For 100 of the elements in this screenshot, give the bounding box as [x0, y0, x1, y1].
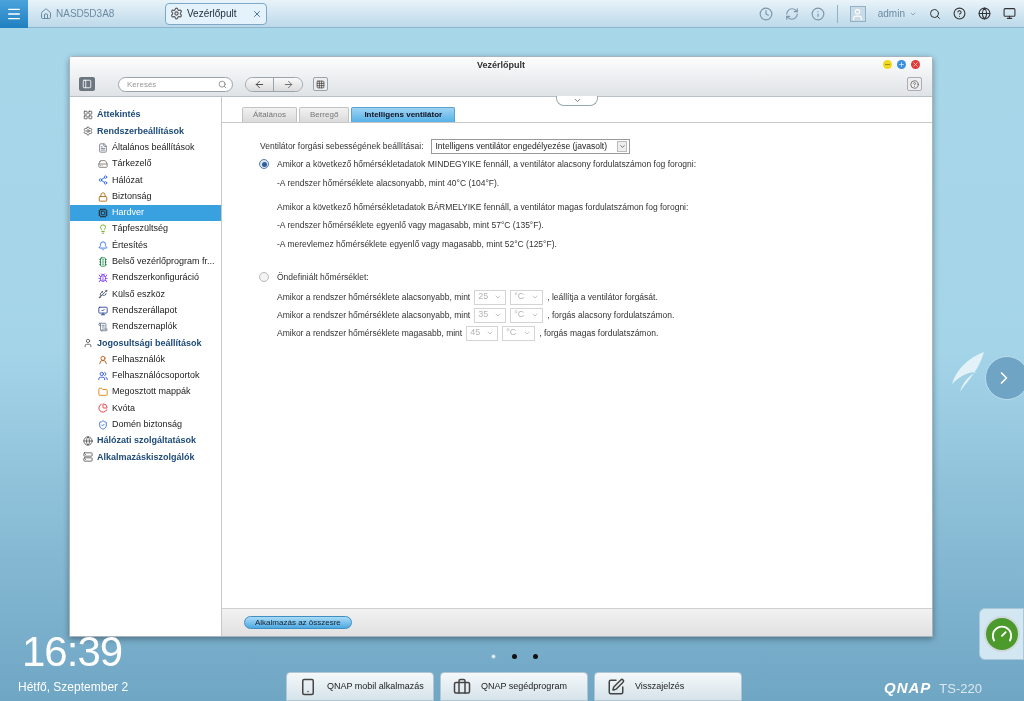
- help-icon[interactable]: [953, 7, 966, 20]
- condition-text: Amikor a rendszer hőmérséklete alacsonyabb, mint: [277, 308, 471, 322]
- sidebar-item[interactable]: Értesítés: [70, 237, 221, 254]
- condition-text: -A merevlemez hőmérséklete egyenlő vagy magasabb, mint 52°C (125°F).: [277, 238, 558, 251]
- caret-icon: [531, 311, 540, 319]
- sidebar-group[interactable]: Alkalmazáskiszolgálók: [70, 449, 221, 466]
- menu-button[interactable]: [0, 0, 28, 28]
- sync-icon[interactable]: [784, 6, 799, 21]
- dock-item[interactable]: Visszajelzés: [594, 672, 742, 701]
- option-label: Amikor a következő hőmérsékletadatok MINDEGYIKE fennáll, a ventilátor alacsony fordulatszámon fog forogni:: [277, 158, 697, 171]
- sidebar-group[interactable]: Áttekintés: [70, 107, 221, 124]
- apply-button[interactable]: Alkalmazás az összesre: [244, 616, 352, 629]
- collapse-button[interactable]: [556, 96, 598, 106]
- people-icon: [98, 370, 108, 381]
- sidebar-item[interactable]: Rendszerállapot: [70, 302, 221, 319]
- clock-date: Hétfő, Szeptember 2: [18, 679, 129, 696]
- tab[interactable]: Általános: [242, 107, 297, 122]
- sidebar-group[interactable]: Rendszerbeállítások: [70, 123, 221, 140]
- padlock-icon: [98, 191, 108, 202]
- close-icon[interactable]: [911, 60, 920, 69]
- sidebar-item[interactable]: Biztonság: [70, 188, 221, 205]
- dashboard-widget[interactable]: [979, 608, 1024, 660]
- toolbox-icon: [453, 677, 471, 696]
- avatar-icon: [849, 5, 866, 22]
- left-arrow-icon: [254, 78, 265, 90]
- mode-dropdown[interactable]: Intelligens ventilátor engedélyezése (javasolt): [430, 139, 630, 154]
- gauge-icon: [983, 616, 1020, 652]
- home-icon: [40, 7, 52, 20]
- server-icon: [83, 452, 93, 463]
- tab-label: Vezérlőpult: [187, 7, 237, 21]
- tab[interactable]: Berregő: [298, 107, 350, 122]
- sidebar-group[interactable]: Jogosultsági beállítások: [70, 335, 221, 352]
- sidebar-item[interactable]: Megosztott mappák: [70, 384, 221, 401]
- sidebar-item[interactable]: Rendszerkonfiguráció: [70, 269, 221, 287]
- search-icon: [218, 79, 227, 89]
- sidebar-item[interactable]: Kvóta: [70, 400, 221, 417]
- person-icon: [83, 338, 93, 349]
- monitor-icon: [98, 305, 108, 316]
- shield-icon: [98, 419, 108, 430]
- search-icon[interactable]: [929, 7, 941, 20]
- bell-icon: [98, 240, 108, 251]
- minimize-icon[interactable]: [883, 60, 892, 69]
- info-icon[interactable]: [810, 6, 825, 21]
- sidebar-item[interactable]: Felhasználók: [70, 351, 221, 368]
- search-field[interactable]: Keresés: [118, 76, 233, 92]
- globe-icon[interactable]: [978, 7, 991, 20]
- grid-icon: [316, 79, 325, 89]
- bulb-icon: [98, 224, 108, 235]
- dock-item[interactable]: QNAP segédprogram: [440, 672, 588, 701]
- caret-icon: [572, 96, 582, 105]
- radio-button[interactable]: [259, 159, 269, 170]
- help-icon: [910, 79, 919, 89]
- clock-icon[interactable]: [758, 6, 773, 21]
- phone-icon: [299, 677, 317, 696]
- globe-icon: [83, 436, 93, 447]
- right-arrow-icon: [282, 78, 294, 90]
- caret-icon: [494, 311, 503, 319]
- forward-button[interactable]: [274, 77, 302, 91]
- condition-text: -A rendszer hőmérséklete egyenlő vagy magasabb, mint 57°C (135°F).: [277, 219, 545, 232]
- pencil-icon: [607, 677, 625, 696]
- radio-button[interactable]: [259, 272, 269, 283]
- close-icon[interactable]: [252, 8, 262, 19]
- condition-text: Amikor a következő hőmérsékletadatok BÁRMELYIKE fennáll, a ventilátor magas fordulatszámon fog forogni:: [277, 200, 690, 214]
- document-icon: [98, 142, 108, 153]
- back-button[interactable]: [246, 77, 274, 91]
- condition-text: , forgás alacsony fordulatszámon.: [547, 308, 675, 322]
- maximize-icon[interactable]: [897, 60, 906, 69]
- setting-label: Ventilátor forgási sebességének beállításai:: [260, 140, 424, 153]
- sidebar-item[interactable]: Általános beállítások: [70, 139, 221, 156]
- overview-icon: [83, 110, 93, 121]
- chip-icon: [98, 256, 108, 267]
- caret-icon: [486, 329, 495, 337]
- app-tab[interactable]: Vezérlőpult: [165, 2, 267, 25]
- caret-icon: [531, 293, 540, 301]
- window-title: Vezérlőpult: [477, 58, 525, 72]
- sidebar-toggle[interactable]: [79, 77, 95, 91]
- chip-icon: [98, 207, 108, 218]
- condition-text: Amikor a rendszer hőmérséklete magasabb, mint: [277, 326, 463, 340]
- sidebar-item[interactable]: Tápfeszültség: [70, 221, 221, 238]
- sidebar-item[interactable]: Rendszernaplók: [70, 318, 221, 336]
- monitor-icon[interactable]: [1003, 7, 1016, 20]
- caret-icon: [618, 143, 626, 150]
- network-icon: [98, 175, 108, 186]
- dock-item[interactable]: QNAP mobil alkalmazás: [286, 672, 434, 701]
- sidebar-item[interactable]: Tárkezelő: [70, 155, 221, 173]
- condition-text: -A rendszer hőmérséklete alacsonyabb, mint 40°C (104°F).: [277, 176, 501, 190]
- sidebar-item[interactable]: Hálózat: [70, 172, 221, 189]
- tab[interactable]: Intelligens ventilátor: [351, 107, 456, 122]
- next-page-button[interactable]: [985, 356, 1024, 400]
- condition-text: , leállítja a ventilátor forgását.: [547, 290, 658, 304]
- sidebar-item[interactable]: Külső eszköz: [70, 286, 221, 303]
- sidebar-item[interactable]: Felhasználócsoportok: [70, 367, 221, 385]
- caret-icon: [523, 329, 532, 337]
- condition-text: Amikor a rendszer hőmérséklete alacsonyabb, mint: [277, 290, 471, 304]
- help-button[interactable]: [907, 77, 922, 91]
- brand-logo: QNAP: [884, 678, 932, 698]
- sidebar-group[interactable]: Hálózati szolgáltatások: [70, 432, 221, 450]
- sidebar-item[interactable]: Belső vezérlőprogram fr...: [70, 253, 221, 270]
- sidebar-item[interactable]: Domén biztonság: [70, 416, 221, 433]
- apps-button[interactable]: [313, 77, 328, 91]
